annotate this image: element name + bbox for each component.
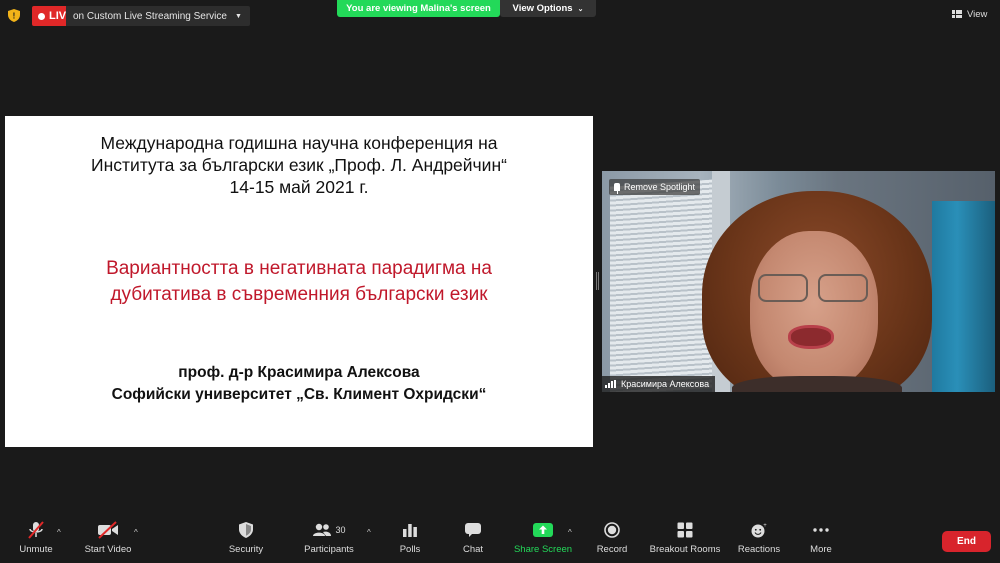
participant-name-tag: Красимира Алексова — [602, 376, 716, 392]
audio-options-caret-icon[interactable]: ^ — [57, 528, 61, 537]
breakout-rooms-icon — [677, 518, 693, 542]
record-button[interactable]: Record — [596, 518, 628, 563]
talk-topic: Вариантността в негативната парадигма на… — [5, 256, 593, 308]
splitter-handle[interactable] — [596, 272, 599, 290]
video-options-caret-icon[interactable]: ^ — [134, 528, 138, 537]
more-dots-icon — [812, 518, 830, 542]
conference-title: Международна годишна научна конференция … — [5, 132, 593, 198]
shared-screen-slide: Международна годишна научна конференция … — [5, 116, 593, 447]
author-block: проф. д-р Красимира Алексова Софийски ун… — [5, 362, 593, 406]
share-options-caret-icon[interactable]: ^ — [568, 528, 572, 537]
chat-label: Chat — [462, 544, 484, 555]
svg-text:+: + — [763, 523, 767, 529]
reactions-smiley-icon: + — [750, 518, 768, 542]
security-label: Security — [228, 544, 264, 555]
breakout-rooms-label: Breakout Rooms — [649, 544, 721, 555]
caret-down-icon: ▼ — [234, 12, 242, 20]
security-shield-icon[interactable]: ! — [8, 9, 20, 22]
signal-bars-icon — [605, 380, 617, 388]
stream-service-dropdown[interactable]: on Custom Live Streaming Service ▼ — [66, 6, 250, 26]
start-video-button[interactable]: Start Video — [82, 518, 134, 563]
share-screen-button[interactable]: Share Screen — [512, 518, 574, 563]
participants-label: Participants — [304, 544, 354, 555]
svg-text:!: ! — [13, 12, 16, 21]
remove-spotlight-button[interactable]: Remove Spotlight — [609, 179, 701, 195]
view-options-label: View Options — [512, 3, 573, 14]
end-meeting-button[interactable]: End — [942, 531, 991, 552]
chevron-down-icon: ⌄ — [577, 5, 584, 13]
participants-count: 30 — [335, 525, 346, 535]
video-window-blinds — [610, 179, 715, 392]
participants-button[interactable]: 30 Participants — [302, 518, 356, 563]
start-video-label: Start Video — [84, 544, 132, 555]
conference-line-3: 14-15 май 2021 г. — [229, 177, 369, 197]
share-screen-label: Share Screen — [513, 544, 573, 555]
live-dot-icon — [38, 12, 45, 20]
conference-line-1: Международна годишна научна конференция … — [100, 133, 498, 153]
more-label: More — [810, 544, 832, 555]
more-button[interactable]: More — [806, 518, 836, 563]
stream-service-label: on Custom Live Streaming Service — [73, 10, 227, 22]
topic-line-1: Вариантността в негативната парадигма на — [106, 258, 492, 279]
polls-icon — [402, 518, 418, 542]
end-label: End — [957, 536, 976, 547]
author-name: проф. д-р Красимира Алексова — [178, 364, 420, 381]
video-off-icon — [97, 518, 119, 542]
share-screen-icon — [533, 518, 553, 542]
participants-options-caret-icon[interactable]: ^ — [367, 528, 371, 537]
breakout-rooms-button[interactable]: Breakout Rooms — [648, 518, 722, 563]
participants-icon-wrap: 30 — [312, 518, 346, 542]
polls-label: Polls — [399, 544, 421, 555]
unmute-label: Unmute — [19, 544, 53, 555]
muted-microphone-icon — [27, 518, 45, 542]
participant-name: Красимира Алексова — [621, 379, 710, 389]
conference-line-2: Института за български език „Проф. Л. Ан… — [91, 155, 507, 175]
view-label: View — [967, 8, 988, 20]
reactions-label: Reactions — [737, 544, 781, 555]
shield-icon — [239, 518, 253, 542]
meeting-toolbar: Unmute ^ Start Video ^ Security 30 Parti… — [0, 518, 1000, 563]
participant-mouth — [788, 325, 834, 349]
gallery-view-icon — [952, 10, 962, 18]
security-button[interactable]: Security — [226, 518, 266, 563]
remove-spotlight-label: Remove Spotlight — [624, 182, 696, 192]
chat-button[interactable]: Chat — [458, 518, 488, 563]
unmute-button[interactable]: Unmute — [14, 518, 58, 563]
participant-video-tile[interactable]: Remove Spotlight Красимира Алексова — [602, 171, 995, 392]
reactions-button[interactable]: + Reactions — [736, 518, 782, 563]
video-door — [932, 201, 995, 392]
viewing-screen-label: You are viewing Malina's screen — [346, 3, 491, 14]
participant-face — [750, 231, 878, 389]
pin-icon — [614, 183, 620, 194]
record-icon — [604, 518, 620, 542]
polls-button[interactable]: Polls — [395, 518, 425, 563]
participant-shirt — [732, 376, 902, 392]
view-button[interactable]: View — [952, 6, 987, 22]
view-options-button[interactable]: View Options ⌄ — [500, 0, 596, 17]
glasses-right-lens — [818, 274, 868, 302]
participants-icon — [313, 523, 332, 536]
topic-line-2: дубитатива в съвременния български език — [110, 284, 488, 305]
record-label: Record — [596, 544, 628, 555]
chat-bubble-icon — [464, 518, 482, 542]
viewing-screen-banner: You are viewing Malina's screen — [337, 0, 500, 17]
author-affiliation: Софийски университет „Св. Климент Охридс… — [111, 386, 487, 403]
glasses-left-lens — [758, 274, 808, 302]
